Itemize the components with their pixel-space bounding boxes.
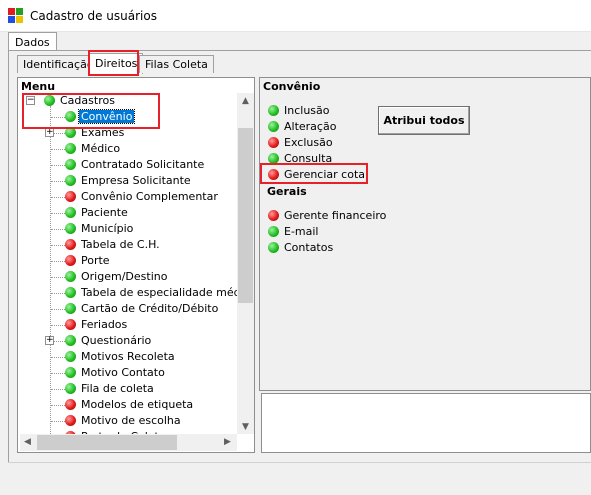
tree-vscroll-thumb[interactable] <box>238 128 253 303</box>
tree-vertical-scrollbar[interactable]: ▲ ▼ <box>237 93 254 434</box>
tree-item-label: Modelos de etiqueta <box>81 398 194 411</box>
tab-dados[interactable]: Dados <box>8 32 57 51</box>
tree-item-empresa-solicitante[interactable]: Empresa Solicitante <box>20 173 236 189</box>
window-title: Cadastro de usuários <box>30 9 157 23</box>
expand-icon[interactable]: + <box>45 128 54 137</box>
tree-item-label: Convênio Complementar <box>81 190 218 203</box>
status-green-icon <box>65 143 76 154</box>
status-green-icon <box>65 335 76 346</box>
outer-tab-bar: Dados <box>0 32 591 52</box>
status-green-icon <box>65 383 76 394</box>
status-green-icon <box>268 121 279 132</box>
tree-item-paciente[interactable]: Paciente <box>20 205 236 221</box>
status-green-icon <box>65 159 76 170</box>
permissions-panel: Convênio Atribui todos Inclusão Alteração… <box>259 77 591 391</box>
tree-item-questionario[interactable]: + Questionário <box>20 333 236 349</box>
tree-item-modelos-de-etiqueta[interactable]: Modelos de etiqueta <box>20 397 236 413</box>
tree-item-motivo-contato[interactable]: Motivo Contato <box>20 365 236 381</box>
tree-item-label: Feriados <box>81 318 128 331</box>
permission-e-mail[interactable]: E-mail <box>268 224 428 240</box>
status-green-icon <box>268 105 279 116</box>
status-red-icon <box>65 399 76 410</box>
tree-item-convenio-complementar[interactable]: Convênio Complementar <box>20 189 236 205</box>
status-green-icon <box>65 367 76 378</box>
tree-item-label: Tabela de C.H. <box>81 238 160 251</box>
tree-item-tabela-de-c-h[interactable]: Tabela de C.H. <box>20 237 236 253</box>
tree-item-label: Contratado Solicitante <box>81 158 205 171</box>
tree-item-label: Tabela de especialidade médica <box>81 286 238 299</box>
status-green-icon <box>268 242 279 253</box>
tree-horizontal-scrollbar[interactable]: ◀ ▶ <box>20 434 237 451</box>
status-red-icon <box>65 319 76 330</box>
tree-item-label: Questionário <box>81 334 152 347</box>
title-bar: Cadastro de usuários <box>0 0 591 32</box>
permission-label: Alteração <box>284 120 337 133</box>
status-red-icon <box>268 210 279 221</box>
menu-tree[interactable]: − Cadastros Convênio + Exames Médico Contratad… <box>20 93 238 434</box>
permission-label: Contatos <box>284 241 334 254</box>
tree-item-motivo-de-escolha[interactable]: Motivo de escolha <box>20 413 236 429</box>
status-green-icon <box>65 351 76 362</box>
permission-contatos[interactable]: Contatos <box>268 240 428 256</box>
tree-item-porte[interactable]: Porte <box>20 253 236 269</box>
status-green-icon <box>65 207 76 218</box>
tree-hscroll-thumb[interactable] <box>37 435 177 450</box>
menu-tree-panel: Menu − Cadastros Convênio + Exames Médico Cont… <box>17 77 255 453</box>
tree-item-tabela-de-especialidade-medica[interactable]: Tabela de especialidade médica <box>20 285 238 301</box>
status-green-icon <box>65 303 76 314</box>
general-section-title: Gerais <box>267 185 307 198</box>
tree-item-fila-de-coleta[interactable]: Fila de coleta <box>20 381 236 397</box>
permission-gerente-financeiro[interactable]: Gerente financeiro <box>268 208 428 224</box>
status-separator <box>8 462 591 463</box>
status-green-icon <box>65 223 76 234</box>
permission-label: Inclusão <box>284 104 330 117</box>
tree-item-label: Médico <box>81 142 121 155</box>
status-red-icon <box>268 137 279 148</box>
bottom-empty-panel <box>261 393 591 453</box>
status-green-icon <box>268 226 279 237</box>
tree-item-municipio[interactable]: Município <box>20 221 236 237</box>
tree-item-feriados[interactable]: Feriados <box>20 317 236 333</box>
permission-label: E-mail <box>284 225 319 238</box>
tree-item-label: Motivos Recoleta <box>81 350 175 363</box>
scroll-left-icon[interactable]: ◀ <box>24 437 31 447</box>
permission-exclusao[interactable]: Exclusão <box>268 135 428 151</box>
tree-item-contratado-solicitante[interactable]: Contratado Solicitante <box>20 157 236 173</box>
app-icon <box>8 8 24 24</box>
tree-item-motivos-recoleta[interactable]: Motivos Recoleta <box>20 349 236 365</box>
tree-item-cartao-de-credito-debito[interactable]: Cartão de Crédito/Débito <box>20 301 236 317</box>
scroll-up-icon[interactable]: ▲ <box>242 96 249 106</box>
tree-item-label: Município <box>81 222 134 235</box>
permission-label: Exclusão <box>284 136 333 149</box>
direitos-tab-highlight <box>88 50 139 76</box>
permission-label: Gerente financeiro <box>284 209 387 222</box>
status-red-icon <box>65 255 76 266</box>
tree-item-label: Porte <box>81 254 110 267</box>
status-red-icon <box>65 415 76 426</box>
status-red-icon <box>65 239 76 250</box>
status-green-icon <box>65 175 76 186</box>
tab-filas-coleta[interactable]: Filas Coleta <box>139 55 214 73</box>
tree-item-label: Paciente <box>81 206 128 219</box>
status-red-icon <box>65 191 76 202</box>
tree-item-medico[interactable]: Médico <box>20 141 236 157</box>
tree-item-label: Cartão de Crédito/Débito <box>81 302 219 315</box>
permission-inclusao[interactable]: Inclusão <box>268 103 428 119</box>
permissions-title: Convênio <box>263 80 321 93</box>
scroll-down-icon[interactable]: ▼ <box>242 422 249 432</box>
menu-tree-header: Menu <box>21 80 56 93</box>
tree-item-label: Motivo Contato <box>81 366 165 379</box>
gerenciar-cota-highlight <box>260 163 368 184</box>
status-green-icon <box>65 287 76 298</box>
permission-alteracao[interactable]: Alteração <box>268 119 428 135</box>
tree-item-label: Fila de coleta <box>81 382 154 395</box>
tree-item-label: Empresa Solicitante <box>81 174 191 187</box>
cadastros-highlight <box>22 93 160 129</box>
expand-icon[interactable]: + <box>45 336 54 345</box>
tree-item-label: Origem/Destino <box>81 270 168 283</box>
status-green-icon <box>65 271 76 282</box>
tree-item-origem-destino[interactable]: Origem/Destino <box>20 269 236 285</box>
scroll-right-icon[interactable]: ▶ <box>224 437 231 447</box>
tree-item-label: Motivo de escolha <box>81 414 181 427</box>
